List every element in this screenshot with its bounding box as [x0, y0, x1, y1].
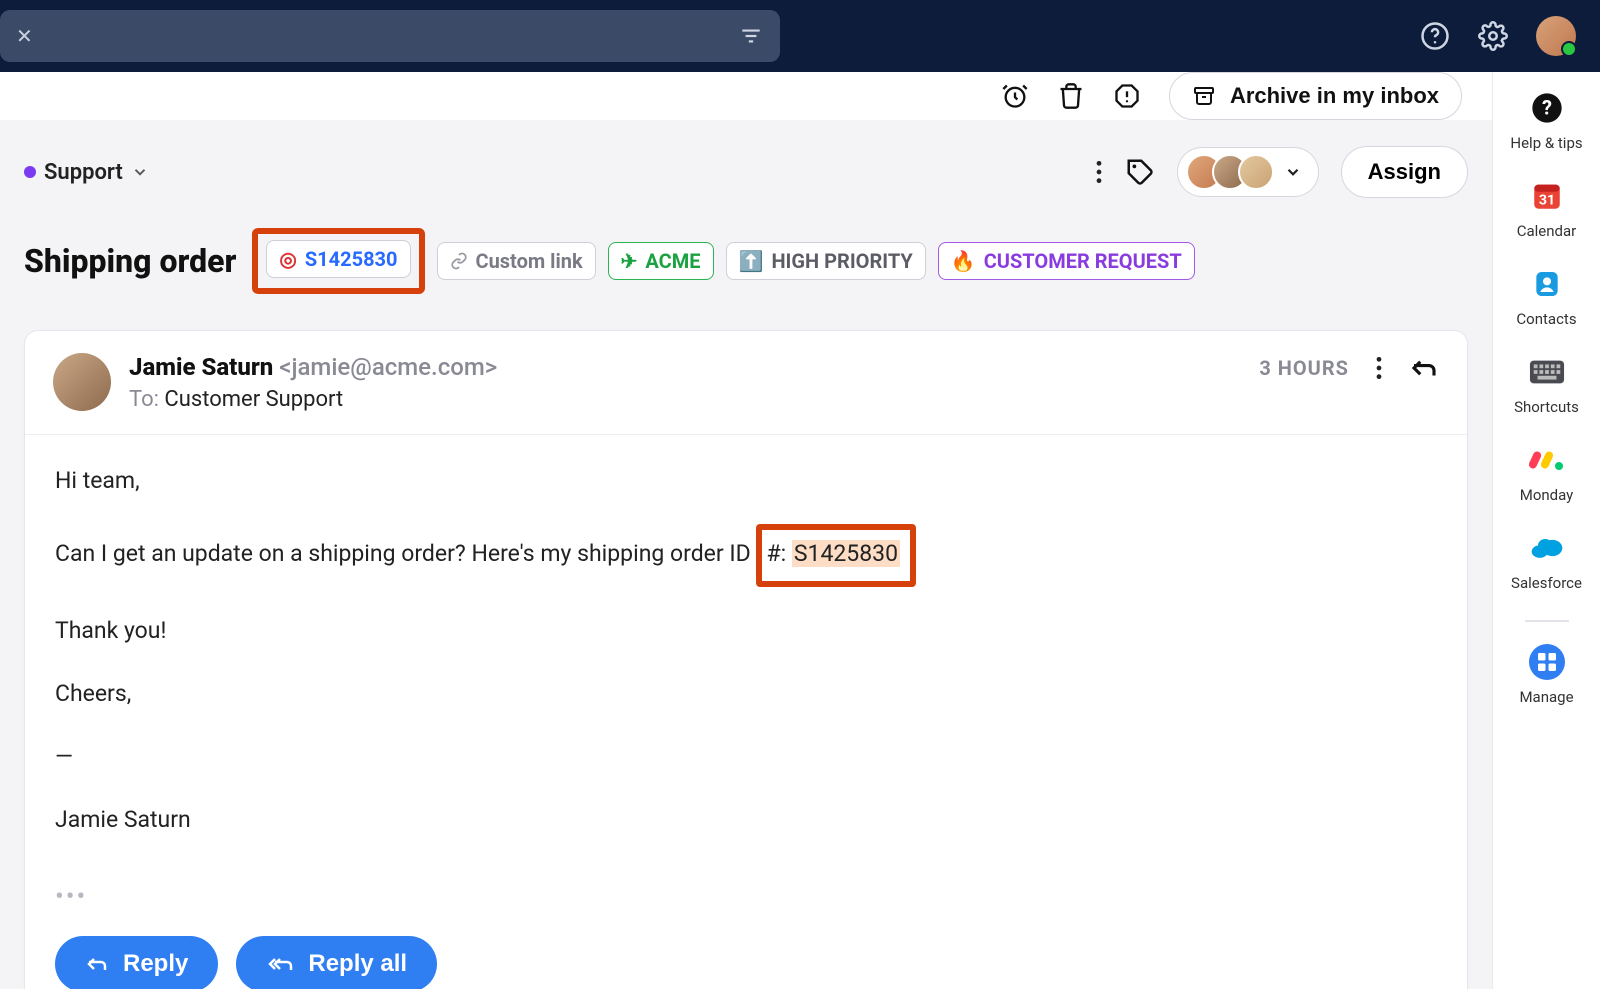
rail-salesforce[interactable]: Salesforce — [1493, 530, 1600, 592]
plane-icon: ✈ — [621, 249, 638, 273]
monday-icon — [1529, 442, 1565, 478]
svg-text:31: 31 — [1538, 193, 1554, 209]
contacts-icon — [1529, 266, 1565, 302]
search-input[interactable]: ✕ — [0, 10, 780, 62]
trimmed-content-icon[interactable]: ••• — [25, 882, 1467, 928]
highlighted-order-id: S1425830 — [792, 540, 900, 567]
assign-button[interactable]: Assign — [1341, 146, 1468, 198]
top-bar: ✕ — [0, 0, 1600, 72]
chevron-down-icon — [1284, 163, 1302, 181]
chip-custom-link[interactable]: Custom link — [437, 242, 596, 280]
rail-help[interactable]: ? Help & tips — [1493, 90, 1600, 152]
inbox-name[interactable]: Support — [44, 160, 123, 185]
reply-icon[interactable] — [1409, 353, 1439, 383]
message-time: 3 HOURS — [1259, 356, 1349, 380]
app-icon: ◎ — [279, 247, 296, 271]
more-icon[interactable] — [1095, 159, 1103, 185]
rail-manage[interactable]: Manage — [1493, 644, 1600, 706]
chip-customer-request[interactable]: 🔥 CUSTOMER REQUEST — [938, 242, 1195, 280]
spam-icon[interactable] — [1113, 82, 1141, 110]
rail-label: Contacts — [1516, 310, 1576, 328]
help-filled-icon: ? — [1529, 90, 1565, 126]
to-line: To: Customer Support — [129, 387, 497, 412]
from-line: Jamie Saturn <jamie@acme.com> — [129, 353, 497, 381]
calendar-icon: 31 — [1529, 178, 1565, 214]
action-bar: Archive in my inbox — [0, 72, 1492, 120]
message-card: Jamie Saturn <jamie@acme.com> To: Custom… — [24, 330, 1468, 989]
highlight-annotation: #: S1425830 — [756, 524, 916, 587]
gear-icon[interactable] — [1478, 21, 1508, 51]
fire-icon: 🔥 — [951, 249, 976, 273]
filter-icon[interactable] — [738, 23, 764, 49]
divider — [1525, 620, 1569, 622]
arrow-up-icon: ⬆️ — [739, 249, 764, 273]
rail-shortcuts[interactable]: Shortcuts — [1493, 354, 1600, 416]
reply-all-button[interactable]: Reply all — [236, 936, 437, 989]
rail-label: Help & tips — [1510, 134, 1582, 152]
avatar — [1238, 154, 1274, 190]
keyboard-icon — [1529, 354, 1565, 390]
grid-icon — [1529, 644, 1565, 680]
conversation-header: Support — [0, 120, 1492, 312]
rail-label: Monday — [1520, 486, 1574, 504]
right-rail: ? Help & tips 31 Calendar Contacts Short… — [1492, 72, 1600, 989]
chip-priority[interactable]: ⬆️ HIGH PRIORITY — [726, 242, 926, 280]
chip-acme[interactable]: ✈ ACME — [608, 242, 714, 280]
message-body: Hi team, Can I get an update on a shippi… — [25, 435, 1467, 882]
rail-label: Manage — [1519, 688, 1573, 706]
archive-button[interactable]: Archive in my inbox — [1169, 72, 1462, 120]
tag-icon[interactable] — [1125, 157, 1155, 187]
archive-label: Archive in my inbox — [1230, 83, 1439, 109]
chevron-down-icon[interactable] — [131, 163, 149, 181]
reply-button[interactable]: Reply — [55, 936, 218, 989]
rail-contacts[interactable]: Contacts — [1493, 266, 1600, 328]
link-icon — [450, 252, 468, 270]
rail-calendar[interactable]: 31 Calendar — [1493, 178, 1600, 240]
avatar[interactable] — [1536, 16, 1576, 56]
rail-label: Salesforce — [1511, 574, 1582, 592]
assignee-stack[interactable] — [1177, 147, 1319, 197]
close-icon[interactable]: ✕ — [16, 24, 33, 48]
avatar — [53, 353, 111, 411]
rail-label: Calendar — [1517, 222, 1577, 240]
inbox-dot-icon — [24, 166, 36, 178]
conversation-subject: Shipping order — [24, 242, 236, 280]
rail-label: Shortcuts — [1514, 398, 1579, 416]
help-icon[interactable] — [1420, 21, 1450, 51]
highlight-annotation: ◎ S1425830 — [252, 228, 424, 294]
trash-icon[interactable] — [1057, 82, 1085, 110]
salesforce-icon — [1529, 530, 1565, 566]
more-icon[interactable] — [1375, 355, 1383, 381]
snooze-icon[interactable] — [1001, 82, 1029, 110]
rail-monday[interactable]: Monday — [1493, 442, 1600, 504]
chip-order-id[interactable]: ◎ S1425830 — [266, 240, 410, 278]
svg-text:?: ? — [1542, 96, 1552, 120]
